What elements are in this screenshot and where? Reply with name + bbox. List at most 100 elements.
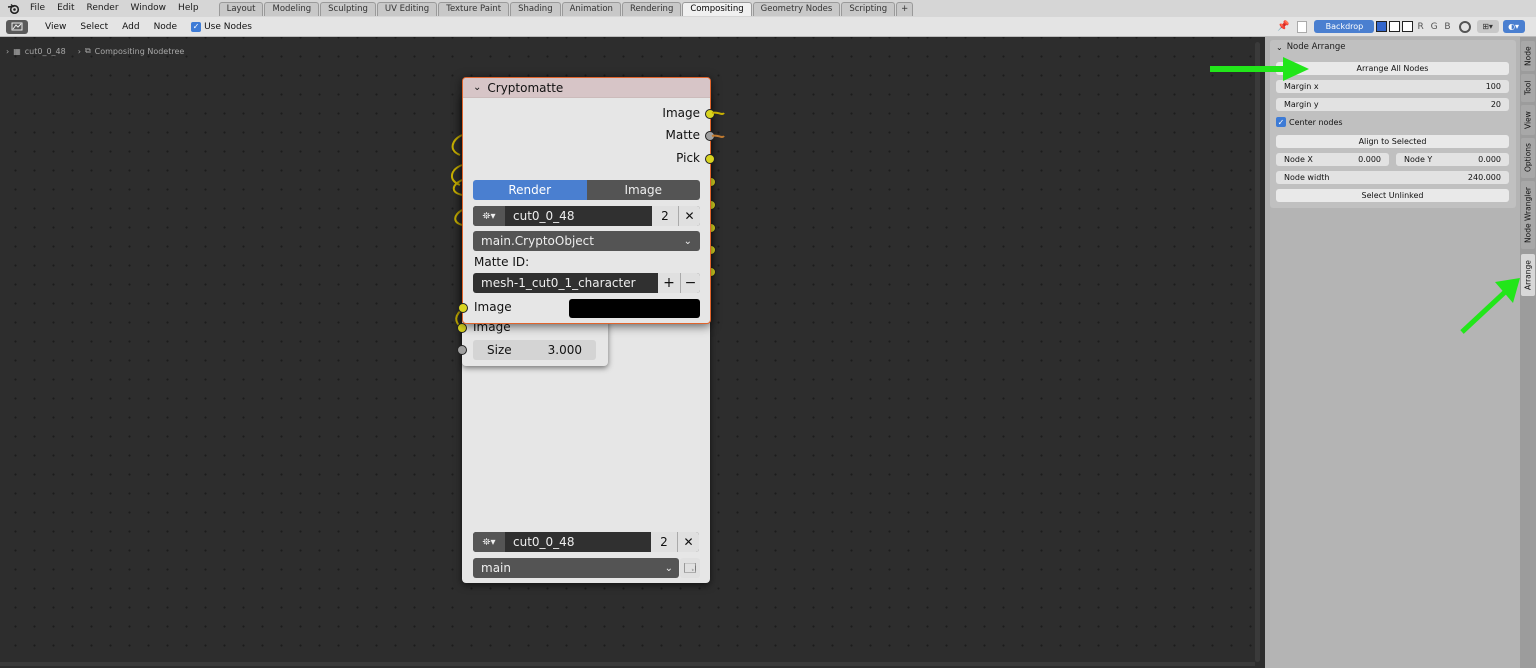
blur-node[interactable]: Image Size 3.000 (457, 318, 608, 366)
tab-texture-paint[interactable]: Texture Paint (438, 2, 510, 16)
close-icon[interactable]: ✕ (677, 532, 699, 552)
checkmark-icon: ✓ (191, 21, 202, 32)
side-tab-tool[interactable]: Tool (1521, 74, 1535, 102)
out-matte-label: Matte (665, 128, 701, 142)
side-tab-node-wrangler[interactable]: Node Wrangler (1521, 181, 1535, 249)
menu-edit[interactable]: Edit (51, 0, 80, 17)
horizontal-scrollbar[interactable] (0, 662, 1255, 666)
blur-size-field[interactable]: Size 3.000 (473, 340, 596, 360)
mode-image-button[interactable]: Image (586, 180, 700, 200)
scene-name[interactable]: cut0_0_48 (513, 209, 652, 223)
layer-dropdown[interactable]: main.CryptoObject ⌄ (473, 231, 700, 251)
margin-y-field[interactable]: Margin y 20 (1276, 98, 1509, 111)
out-pick-socket[interactable] (705, 154, 715, 164)
close-icon[interactable]: ✕ (678, 206, 700, 226)
margin-y-label: Margin y (1284, 100, 1319, 109)
output-wire-stubs (711, 111, 725, 138)
editor-type-icon[interactable] (6, 19, 28, 34)
node-x-label: Node X (1284, 155, 1313, 164)
node-y-field[interactable]: Node Y 0.000 (1396, 153, 1509, 166)
tab-layout[interactable]: Layout (218, 2, 264, 16)
blur-size-value: 3.000 (547, 343, 582, 357)
slot-icon[interactable] (1297, 20, 1308, 33)
scene-selector[interactable]: ⛯▾ cut0_0_48 2 ✕ (473, 206, 700, 226)
in-image-label: Image (474, 300, 512, 314)
side-tab-options[interactable]: Options (1521, 138, 1535, 178)
header-menu-select[interactable]: Select (73, 22, 115, 32)
header-menu-add[interactable]: Add (115, 22, 146, 32)
menu-help[interactable]: Help (172, 0, 205, 17)
nodetree-icon: ⧉ (84, 46, 91, 55)
node-x-field[interactable]: Node X 0.000 (1276, 153, 1389, 166)
backdrop-icon-2[interactable] (1389, 21, 1401, 32)
matte-id-field[interactable]: mesh-1_cut0_1_character + − (473, 273, 700, 293)
source-mode-toggle: Render Image (473, 180, 700, 200)
mode-render-button[interactable]: Render (473, 180, 587, 200)
cryptomatte-node[interactable]: ⌄ Cryptomatte Image Matte Pick Render Im… (458, 77, 715, 324)
in-image-socket[interactable] (458, 303, 468, 313)
vertical-scrollbar[interactable] (1255, 42, 1260, 662)
blur-size-label: Size (487, 343, 512, 357)
use-nodes-toggle[interactable]: ✓ Use Nodes (184, 21, 259, 32)
add-matte-icon[interactable]: + (658, 273, 680, 293)
tab-modeling[interactable]: Modeling (264, 2, 320, 16)
overlay-dropdown-icon[interactable]: ⊞▾ (1476, 20, 1499, 33)
tab-scripting[interactable]: Scripting (841, 2, 896, 16)
header-right-tools: 📌 Backdrop R G B ⊞▾ ◐▾ (1265, 17, 1536, 37)
node-width-value: 240.000 (1467, 173, 1501, 182)
menu-file[interactable]: File (24, 0, 51, 17)
back-layer-dropdown[interactable]: main ⌄ (473, 558, 679, 578)
blur-size-socket[interactable] (457, 345, 467, 355)
checkmark-icon: ✓ (1276, 117, 1286, 127)
node-width-field[interactable]: Node width 240.000 (1276, 171, 1509, 184)
blender-logo-icon[interactable] (6, 2, 20, 16)
scene-icon-dropdown[interactable]: ⛯▾ (473, 206, 505, 226)
render-icon[interactable]: 🗔 (680, 558, 700, 578)
cryptomatte-header[interactable]: ⌄ Cryptomatte (463, 78, 710, 98)
breadcrumb: › ▦ cut0_0_48 › ⧉ Compositing Nodetree (6, 46, 184, 56)
chevron-down-icon: ⌄ (664, 562, 673, 574)
node-y-value: 0.000 (1478, 155, 1501, 164)
tab-shading[interactable]: Shading (510, 2, 561, 16)
backdrop-button[interactable]: Backdrop (1314, 20, 1375, 33)
side-tab-view[interactable]: View (1521, 105, 1535, 135)
menu-render[interactable]: Render (81, 0, 125, 17)
tab-geometry-nodes[interactable]: Geometry Nodes (752, 2, 841, 16)
select-unlinked-button[interactable]: Select Unlinked (1276, 189, 1509, 202)
blur-image-socket[interactable] (457, 323, 467, 333)
annotation-arrow-right-icon (1210, 57, 1309, 81)
tab-uv-editing[interactable]: UV Editing (376, 2, 438, 16)
collapse-chevron-icon[interactable]: ⌄ (473, 82, 481, 93)
out-pick-label: Pick (676, 151, 700, 165)
back-scene-selector[interactable]: ⛯▾ cut0_0_48 2 ✕ (473, 532, 699, 552)
scene-icon-dropdown[interactable]: ⛯▾ (473, 532, 505, 552)
align-to-selected-button[interactable]: Align to Selected (1276, 135, 1509, 148)
scene-users-count[interactable]: 2 (652, 206, 678, 226)
snap-dropdown-icon[interactable]: ◐▾ (1502, 20, 1525, 33)
header-menu-node[interactable]: Node (147, 22, 185, 32)
tab-compositing[interactable]: Compositing (682, 2, 752, 16)
node-y-label: Node Y (1404, 155, 1433, 164)
menu-window[interactable]: Window (125, 0, 173, 17)
use-nodes-label: Use Nodes (204, 21, 252, 32)
in-image-color-swatch[interactable] (569, 299, 700, 318)
channel-rgb[interactable]: R G B (1417, 22, 1452, 32)
remove-matte-icon[interactable]: − (680, 273, 700, 293)
scene-icon: ▦ (13, 46, 21, 56)
tab-rendering[interactable]: Rendering (621, 2, 682, 16)
tab-sculpting[interactable]: Sculpting (320, 2, 376, 16)
matte-id-value[interactable]: mesh-1_cut0_1_character (481, 276, 658, 290)
panel-header[interactable]: ⌄ Node Arrange (1276, 42, 1345, 52)
sidebar-tabs: Node Tool View Options Node Wrangler Arr… (1520, 37, 1536, 668)
backdrop-icon-3[interactable] (1402, 21, 1414, 32)
back-users-count[interactable]: 2 (651, 532, 677, 552)
pin-icon[interactable]: 📌 (1277, 21, 1289, 32)
backdrop-icon-1[interactable] (1376, 21, 1388, 32)
back-scene-name[interactable]: cut0_0_48 (513, 535, 651, 549)
gizmo-icon[interactable] (1458, 20, 1471, 33)
side-tab-node[interactable]: Node (1521, 41, 1535, 71)
add-workspace-button[interactable]: + (896, 2, 914, 16)
header-menu-view[interactable]: View (38, 22, 73, 32)
center-nodes-checkbox[interactable]: ✓ Center nodes (1276, 117, 1343, 127)
tab-animation[interactable]: Animation (561, 2, 621, 16)
